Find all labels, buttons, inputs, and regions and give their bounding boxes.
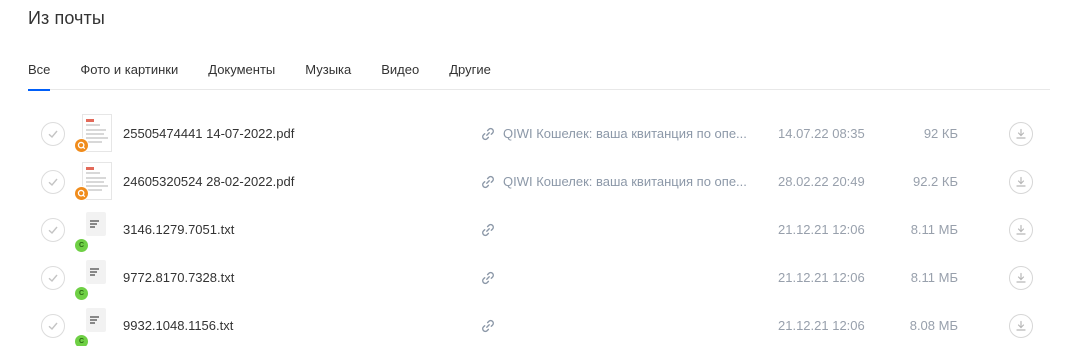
file-date: 28.02.22 20:49	[778, 174, 865, 189]
text-file-icon	[86, 308, 106, 332]
file-thumbnail[interactable]	[74, 162, 114, 202]
mail-attachments-page: Из почты Все Фото и картинки Документы М…	[0, 0, 1065, 346]
select-checkbox[interactable]	[41, 122, 65, 146]
text-file-icon	[86, 260, 106, 284]
check-icon	[48, 178, 58, 187]
file-name[interactable]: 24605320524 28-02-2022.pdf	[123, 174, 294, 189]
tab-video[interactable]: Видео	[381, 60, 419, 90]
check-icon	[48, 274, 58, 283]
download-button[interactable]	[1009, 122, 1033, 146]
c-badge-icon: C	[74, 238, 89, 253]
select-checkbox[interactable]	[41, 218, 65, 242]
file-thumbnail[interactable]	[74, 114, 114, 154]
select-checkbox[interactable]	[41, 314, 65, 338]
text-file-icon	[86, 212, 106, 236]
tab-documents[interactable]: Документы	[208, 60, 275, 90]
file-thumbnail[interactable]: C	[74, 210, 114, 253]
link-icon[interactable]	[480, 174, 496, 190]
tab-all[interactable]: Все	[28, 60, 51, 91]
check-icon	[48, 226, 58, 235]
tab-other[interactable]: Другие	[449, 60, 491, 90]
check-icon	[48, 322, 58, 331]
file-date: 21.12.21 12:06	[778, 270, 865, 285]
tab-photos[interactable]: Фото и картинки	[80, 60, 178, 90]
link-icon[interactable]	[480, 126, 496, 142]
email-subject-link[interactable]: QIWI Кошелек: ваша квитанция по опе...	[503, 174, 765, 189]
check-icon	[48, 130, 58, 139]
download-icon	[1016, 128, 1026, 139]
list-item[interactable]: 24605320524 28-02-2022.pdf QIWI Кошелек:…	[28, 158, 1050, 206]
file-thumbnail[interactable]: C	[74, 306, 114, 346]
file-date: 14.07.22 08:35	[778, 126, 865, 141]
file-size: 92 КБ	[923, 126, 958, 141]
download-button[interactable]	[1009, 266, 1033, 290]
list-item[interactable]: C 9932.1048.1156.txt 21.12.21 12:06 8.08…	[28, 302, 1050, 346]
link-icon[interactable]	[480, 270, 496, 286]
file-name[interactable]: 3146.1279.7051.txt	[123, 222, 234, 237]
c-badge-icon: C	[74, 334, 89, 346]
download-icon	[1016, 224, 1026, 235]
c-badge-icon: C	[74, 286, 89, 301]
link-icon[interactable]	[480, 318, 496, 334]
list-item[interactable]: 25505474441 14-07-2022.pdf QIWI Кошелек:…	[28, 110, 1050, 158]
file-size: 8.08 МБ	[909, 318, 958, 333]
select-checkbox[interactable]	[41, 266, 65, 290]
email-subject-link[interactable]: QIWI Кошелек: ваша квитанция по опе...	[503, 126, 765, 141]
filter-tabs: Все Фото и картинки Документы Музыка Вид…	[28, 60, 1050, 91]
file-name[interactable]: 9772.8170.7328.txt	[123, 270, 234, 285]
qiwi-badge-icon	[74, 138, 89, 153]
file-date: 21.12.21 12:06	[778, 222, 865, 237]
download-icon	[1016, 272, 1026, 283]
file-size: 8.11 МБ	[910, 222, 958, 237]
tab-music[interactable]: Музыка	[305, 60, 351, 90]
link-icon[interactable]	[480, 222, 496, 238]
file-list: 25505474441 14-07-2022.pdf QIWI Кошелек:…	[28, 110, 1050, 346]
file-name[interactable]: 25505474441 14-07-2022.pdf	[123, 126, 294, 141]
file-thumbnail[interactable]: C	[74, 258, 114, 301]
file-size: 92.2 КБ	[912, 174, 958, 189]
qiwi-badge-icon	[74, 186, 89, 201]
list-item[interactable]: C 3146.1279.7051.txt 21.12.21 12:06 8.11…	[28, 206, 1050, 254]
download-icon	[1016, 320, 1026, 331]
download-icon	[1016, 176, 1026, 187]
file-name[interactable]: 9932.1048.1156.txt	[123, 318, 233, 333]
download-button[interactable]	[1009, 218, 1033, 242]
list-item[interactable]: C 9772.8170.7328.txt 21.12.21 12:06 8.11…	[28, 254, 1050, 302]
download-button[interactable]	[1009, 170, 1033, 194]
download-button[interactable]	[1009, 314, 1033, 338]
file-size: 8.11 МБ	[910, 270, 958, 285]
page-title: Из почты	[28, 8, 105, 28]
file-date: 21.12.21 12:06	[778, 318, 865, 333]
select-checkbox[interactable]	[41, 170, 65, 194]
